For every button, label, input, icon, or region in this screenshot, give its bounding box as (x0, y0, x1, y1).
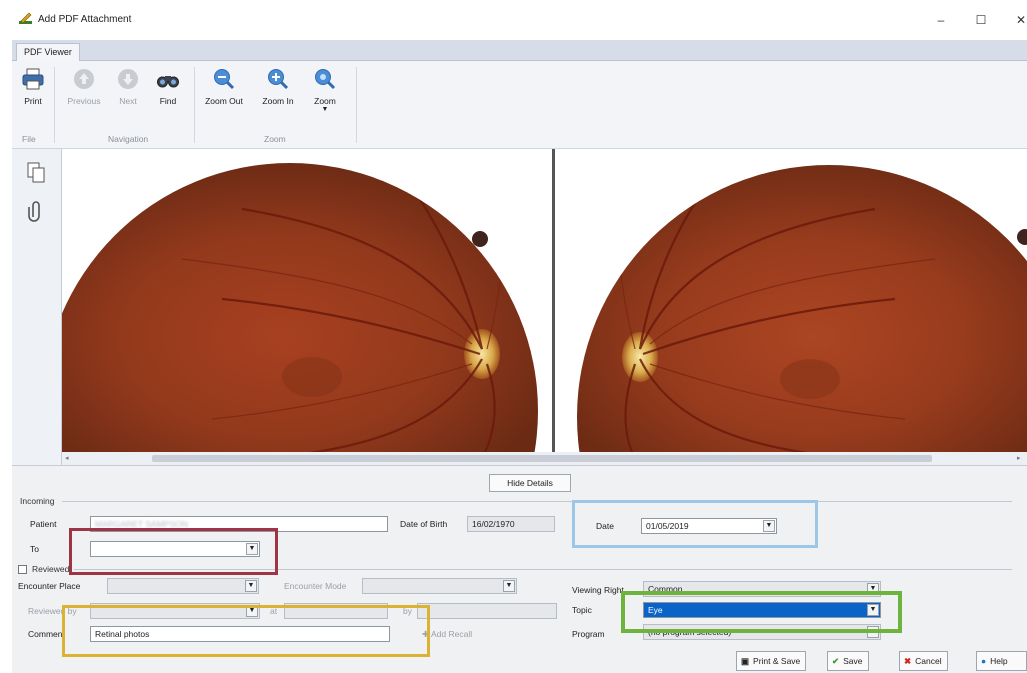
group-label-zoom: Zoom (264, 134, 286, 144)
help-icon: ● (981, 656, 987, 666)
scrollbar-thumb[interactable] (152, 455, 932, 462)
next-button[interactable]: Next (112, 67, 144, 106)
group-separator (194, 67, 195, 143)
minimize-button[interactable]: – (930, 9, 952, 31)
window-title: Add PDF Attachment (38, 14, 132, 25)
to-dropdown[interactable]: ▼ (90, 541, 260, 557)
ribbon-tab-strip: PDF Viewer (12, 40, 1027, 62)
down-arrow-icon (118, 69, 138, 89)
paperclip-icon[interactable] (25, 199, 47, 223)
side-toolbar (12, 149, 62, 465)
patient-name-value: MARGARET SAMPSON (95, 519, 188, 529)
viewing-right-value: Common (648, 584, 683, 594)
scroll-right-icon[interactable]: ▸ (1017, 452, 1021, 465)
chevron-down-icon[interactable]: ▼ (503, 580, 515, 592)
details-panel: Hide Details Incoming Patient MARGARET S… (12, 465, 1027, 673)
attachment-pen-icon (19, 12, 32, 24)
close-button[interactable]: ✕ (1010, 9, 1027, 31)
retinal-photo-right-eye (62, 163, 538, 452)
pdf-viewer: ◂ ▸ (12, 149, 1027, 465)
comment-field[interactable]: Retinal photos (90, 626, 390, 642)
viewing-right-dropdown[interactable]: Common ▼ (643, 581, 881, 597)
close-icon: ✖ (904, 656, 912, 666)
chevron-down-icon[interactable]: ▼ (867, 626, 879, 638)
checkmark-icon: ✔ (832, 656, 840, 666)
chevron-down-icon[interactable]: ▼ (245, 580, 257, 592)
program-value: (no program selected) (648, 627, 732, 637)
reviewed-checkbox[interactable] (18, 565, 27, 574)
patient-field: MARGARET SAMPSON (90, 516, 388, 532)
add-recall-link[interactable]: ✚ Add Recall (422, 629, 472, 640)
zoom-dropdown-button[interactable]: Zoom ▼ (310, 67, 340, 114)
help-button[interactable]: ● Help (976, 651, 1027, 671)
group-label-navigation: Navigation (108, 134, 149, 144)
zoom-out-button[interactable]: Zoom Out (202, 67, 246, 106)
dob-field: 16/02/1970 (467, 516, 555, 532)
chevron-down-icon[interactable]: ▼ (246, 605, 258, 617)
scroll-left-icon[interactable]: ◂ (65, 452, 69, 465)
reviewed-at-field[interactable] (284, 603, 388, 619)
print-button[interactable]: Print (18, 67, 48, 106)
title-bar: Add PDF Attachment – ☐ ✕ (0, 0, 1027, 40)
group-separator (54, 67, 55, 143)
topic-label: Topic (572, 605, 592, 615)
topic-value: Eye (648, 605, 663, 615)
ribbon: Print Previous Next Find Zoom Out Zoom I… (12, 61, 1027, 149)
save-button[interactable]: ✔ Save (827, 651, 869, 671)
to-label: To (30, 544, 39, 554)
reviewed-legend: Reviewed (32, 564, 70, 574)
chevron-down-icon[interactable]: ▼ (867, 604, 879, 616)
zoom-in-icon (268, 69, 289, 90)
pages-icon[interactable] (25, 161, 47, 185)
chevron-down-icon[interactable]: ▼ (867, 583, 879, 595)
pdf-document[interactable]: ◂ ▸ (62, 149, 1027, 465)
hide-details-button[interactable]: Hide Details (489, 474, 571, 492)
chevron-down-icon[interactable]: ▼ (763, 520, 775, 532)
reviewed-by-field[interactable] (417, 603, 557, 619)
reviewed-by-dropdown[interactable]: ▼ (90, 603, 260, 619)
tab-pdf-viewer[interactable]: PDF Viewer (16, 43, 80, 62)
retinal-photo-left-eye (577, 165, 1027, 452)
date-picker[interactable]: 01/05/2019 ▼ (641, 518, 777, 534)
date-value: 01/05/2019 (646, 521, 689, 531)
binoculars-icon (157, 76, 179, 88)
previous-button[interactable]: Previous (62, 67, 106, 106)
maximize-button[interactable]: ☐ (970, 9, 992, 31)
horizontal-scrollbar[interactable]: ◂ ▸ (62, 452, 1027, 465)
group-separator (356, 67, 357, 143)
up-arrow-icon (74, 69, 94, 89)
group-label-file: File (22, 134, 36, 144)
find-button[interactable]: Find (154, 67, 182, 106)
chevron-down-icon: ▼ (321, 106, 329, 113)
fieldset-line (62, 501, 1012, 502)
zoom-icon (315, 69, 336, 90)
dob-label: Date of Birth (400, 519, 448, 529)
encounter-place-label: Encounter Place (18, 581, 81, 591)
by-label: by (403, 606, 412, 616)
program-dropdown[interactable]: (no program selected) ▼ (643, 624, 881, 640)
fieldset-line (74, 569, 1012, 570)
date-label: Date (596, 521, 614, 531)
encounter-place-dropdown[interactable]: ▼ (107, 578, 259, 594)
printer-icon: ▣ (741, 656, 750, 666)
zoom-in-button[interactable]: Zoom In (258, 67, 298, 106)
at-label: at (270, 606, 278, 616)
printer-icon (22, 68, 44, 90)
patient-label: Patient (30, 519, 57, 529)
chevron-down-icon[interactable]: ▼ (246, 543, 258, 555)
print-save-button[interactable]: ▣ Print & Save (736, 651, 807, 671)
program-label: Program (572, 629, 605, 639)
reviewed-by-label: Reviewed by (28, 606, 77, 616)
recall-icon: ✚ (422, 629, 432, 639)
encounter-mode-dropdown[interactable]: ▼ (362, 578, 517, 594)
topic-dropdown[interactable]: Eye ▼ (643, 602, 881, 618)
incoming-legend: Incoming (20, 496, 55, 506)
cancel-button[interactable]: ✖ Cancel (899, 651, 948, 671)
comment-label: Comment (28, 629, 65, 639)
encounter-mode-label: Encounter Mode (284, 581, 347, 591)
viewing-right-label: Viewing Right (572, 585, 624, 595)
zoom-out-icon (214, 69, 235, 90)
